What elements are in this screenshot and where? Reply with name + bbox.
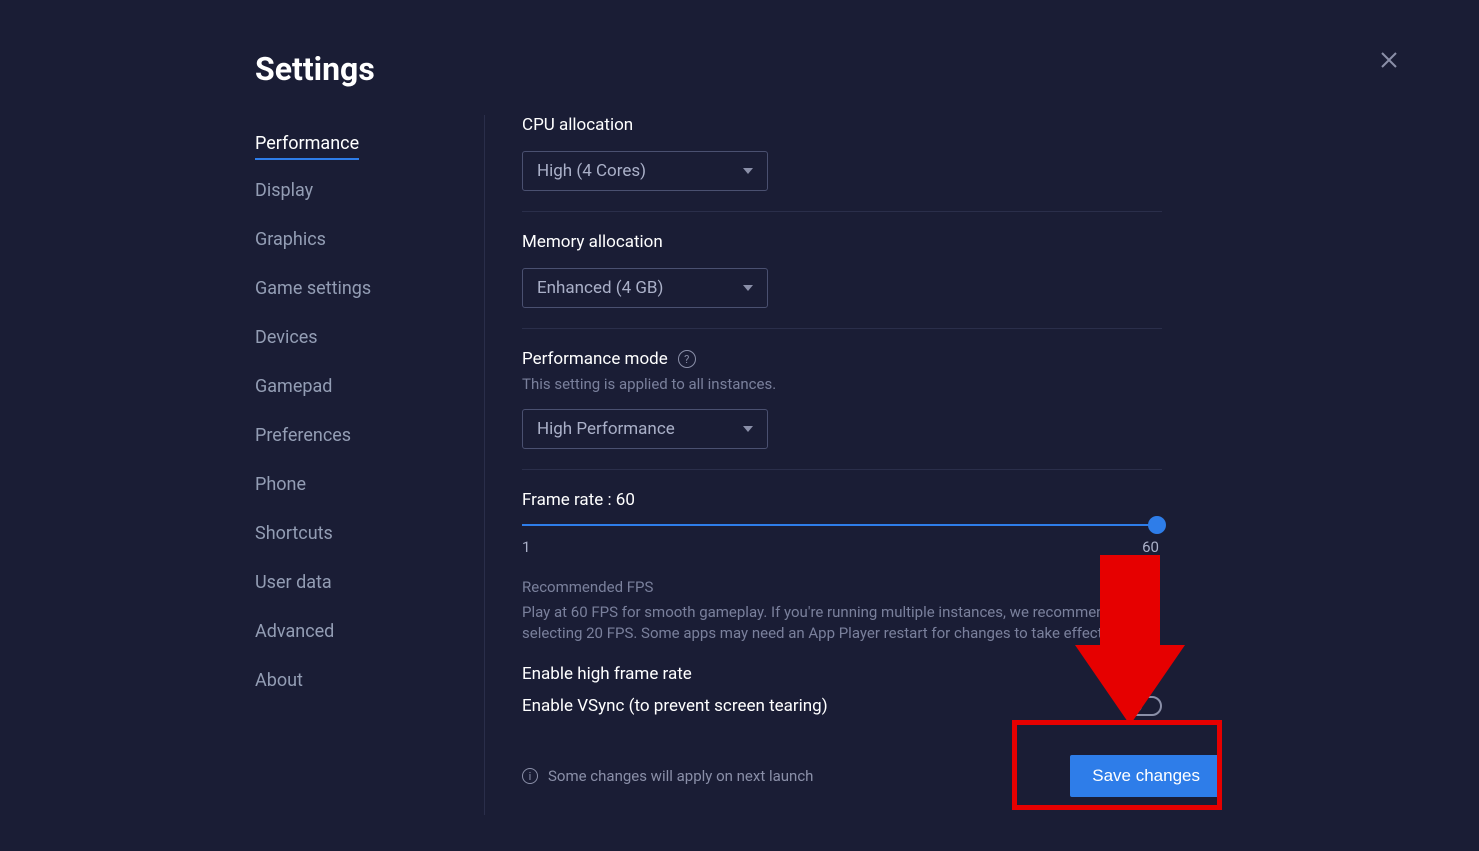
vsync-toggle[interactable] bbox=[1126, 696, 1162, 716]
performance-mode-section: Performance mode ? This setting is appli… bbox=[522, 349, 1162, 470]
memory-select-value: Enhanced (4 GB) bbox=[537, 278, 663, 298]
vsync-label: Enable VSync (to prevent screen tearing) bbox=[522, 696, 828, 716]
cpu-section: CPU allocation High (4 Cores) bbox=[522, 115, 1162, 212]
sidebar-item-devices[interactable]: Devices bbox=[255, 319, 455, 356]
cpu-select-value: High (4 Cores) bbox=[537, 161, 646, 181]
slider-min-label: 1 bbox=[522, 538, 530, 556]
frame-rate-slider-thumb[interactable] bbox=[1148, 516, 1166, 534]
vertical-divider bbox=[484, 115, 485, 815]
sidebar-item-graphics[interactable]: Graphics bbox=[255, 221, 455, 258]
info-icon: i bbox=[522, 768, 538, 784]
frame-rate-label: Frame rate : 60 bbox=[522, 490, 1162, 510]
performance-mode-sublabel: This setting is applied to all instances… bbox=[522, 375, 1162, 393]
performance-mode-label: Performance mode bbox=[522, 349, 668, 369]
sidebar-item-user-data[interactable]: User data bbox=[255, 564, 455, 601]
high-frame-rate-label: Enable high frame rate bbox=[522, 664, 692, 684]
performance-mode-select[interactable]: High Performance bbox=[522, 409, 768, 449]
chevron-down-icon bbox=[743, 285, 753, 291]
sidebar: Performance Display Graphics Game settin… bbox=[255, 125, 455, 711]
memory-label: Memory allocation bbox=[522, 232, 1162, 252]
memory-select[interactable]: Enhanced (4 GB) bbox=[522, 268, 768, 308]
memory-section: Memory allocation Enhanced (4 GB) bbox=[522, 232, 1162, 329]
save-button[interactable]: Save changes bbox=[1070, 755, 1222, 797]
toggle-knob bbox=[1130, 700, 1142, 712]
sidebar-item-performance[interactable]: Performance bbox=[255, 125, 359, 160]
footer: i Some changes will apply on next launch… bbox=[522, 755, 1222, 797]
performance-mode-select-value: High Performance bbox=[537, 419, 675, 439]
sidebar-item-phone[interactable]: Phone bbox=[255, 466, 455, 503]
slider-max-label: 60 bbox=[1142, 538, 1159, 556]
content-area: CPU allocation High (4 Cores) Memory all… bbox=[522, 115, 1162, 756]
cpu-select[interactable]: High (4 Cores) bbox=[522, 151, 768, 191]
sidebar-item-game-settings[interactable]: Game settings bbox=[255, 270, 455, 307]
close-button[interactable] bbox=[1377, 48, 1401, 72]
frame-rate-section: Frame rate : 60 1 60 Recommended FPS Pla… bbox=[522, 490, 1162, 736]
cpu-label: CPU allocation bbox=[522, 115, 1162, 135]
sidebar-item-gamepad[interactable]: Gamepad bbox=[255, 368, 455, 405]
sidebar-item-display[interactable]: Display bbox=[255, 172, 455, 209]
recommended-fps-text: Play at 60 FPS for smooth gameplay. If y… bbox=[522, 602, 1162, 644]
help-icon[interactable]: ? bbox=[678, 350, 696, 368]
close-icon bbox=[1379, 50, 1399, 70]
chevron-down-icon bbox=[743, 168, 753, 174]
footer-info-text: Some changes will apply on next launch bbox=[548, 767, 813, 785]
sidebar-item-preferences[interactable]: Preferences bbox=[255, 417, 455, 454]
sidebar-item-shortcuts[interactable]: Shortcuts bbox=[255, 515, 455, 552]
page-title: Settings bbox=[255, 50, 375, 88]
sidebar-item-advanced[interactable]: Advanced bbox=[255, 613, 455, 650]
chevron-down-icon bbox=[743, 426, 753, 432]
recommended-fps-title: Recommended FPS bbox=[522, 578, 1162, 596]
sidebar-item-about[interactable]: About bbox=[255, 662, 455, 699]
frame-rate-slider[interactable] bbox=[522, 524, 1157, 526]
